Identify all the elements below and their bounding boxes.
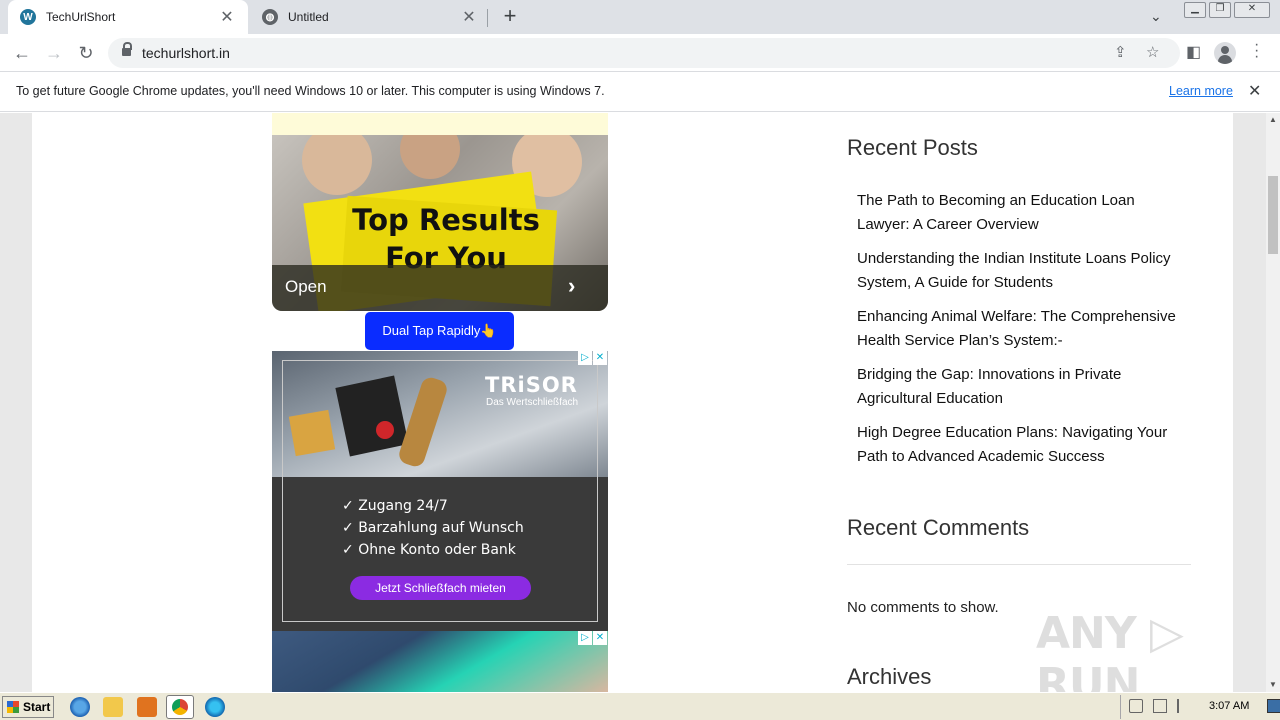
browser-toolbar: ← → ↻ techurlshort.in ⇪ ☆ ◧ · · ·	[0, 34, 1280, 72]
adchoices-icon[interactable]: ▷	[578, 351, 592, 365]
recent-post-link[interactable]: Enhancing Animal Welfare: The Comprehens…	[857, 305, 1187, 353]
close-window-button[interactable]: ✕	[1234, 2, 1270, 18]
dual-tap-button[interactable]: Dual Tap Rapidly👆	[365, 312, 514, 350]
ad-top-results[interactable]: Top Results For You Open ›	[272, 135, 608, 311]
archives-heading: Archives	[847, 664, 932, 689]
recent-posts-heading: Recent Posts	[847, 135, 978, 160]
side-panel-icon[interactable]: ◧	[1186, 42, 1201, 62]
menu-kebab-icon[interactable]: · · ·	[1254, 37, 1259, 65]
action-center-flag-icon[interactable]	[1177, 699, 1191, 713]
network-icon[interactable]	[1153, 699, 1167, 713]
page-viewport: Top Results For You Open › Dual Tap Rapi…	[0, 113, 1266, 692]
recent-comments-heading: Recent Comments	[847, 515, 1030, 540]
feature-item: ✓ Barzahlung auf Wunsch	[342, 520, 524, 536]
tab-search-chevron-icon[interactable]: ⌄	[1150, 8, 1162, 25]
ad-headline-line1: Top Results	[352, 203, 540, 237]
chrome-taskbar-button[interactable]	[166, 695, 194, 719]
scroll-up-arrow-icon[interactable]: ▲	[1269, 115, 1277, 124]
wordpress-icon: W	[20, 9, 36, 25]
forward-arrow-icon[interactable]: →	[42, 41, 66, 65]
no-comments-text: No comments to show.	[847, 599, 999, 616]
start-button[interactable]: Start	[2, 696, 54, 718]
scroll-thumb[interactable]	[1268, 176, 1278, 254]
tab-untitled[interactable]: ◍ Untitled ✕	[252, 0, 488, 34]
volume-icon[interactable]	[1129, 699, 1143, 713]
start-label: Start	[23, 700, 51, 714]
check-icon: ✓	[342, 520, 359, 536]
ad-top-strip	[272, 113, 608, 135]
feature-text: Barzahlung auf Wunsch	[358, 520, 524, 536]
recent-post-link[interactable]: Bridging the Gap: Innovations in Private…	[857, 363, 1187, 411]
tab-techurlshort[interactable]: W TechUrlShort ✕	[8, 0, 248, 34]
tab-title: Untitled	[288, 10, 329, 24]
tab-title: TechUrlShort	[46, 10, 116, 24]
tab-separator	[487, 9, 488, 27]
feature-item: ✓ Zugang 24/7	[342, 498, 448, 514]
ad-open-bar[interactable]: Open ›	[272, 265, 608, 311]
ad-photo-person	[400, 135, 460, 179]
back-arrow-icon[interactable]: ←	[10, 41, 34, 65]
url-text[interactable]: techurlshort.in	[142, 45, 230, 61]
profile-avatar-icon[interactable]	[1214, 42, 1236, 64]
check-icon: ✓	[342, 542, 359, 558]
globe-icon: ◍	[262, 9, 278, 25]
ad-close-icon[interactable]: ✕	[593, 631, 607, 645]
infobar-message: To get future Google Chrome updates, you…	[16, 84, 605, 98]
close-tab-icon[interactable]: ✕	[218, 7, 236, 27]
file-explorer-icon[interactable]	[103, 697, 123, 717]
restore-button[interactable]: ❐	[1209, 2, 1231, 18]
ad-bottom[interactable]: ▷ ✕	[272, 631, 608, 692]
system-tray	[1120, 695, 1280, 719]
feature-text: Ohne Konto oder Bank	[358, 542, 516, 558]
bookmark-star-icon[interactable]: ☆	[1146, 43, 1159, 61]
chrome-icon	[172, 699, 188, 715]
close-infobar-icon[interactable]: ✕	[1248, 81, 1261, 101]
ad-open-label[interactable]: Open	[285, 277, 327, 297]
page-content: Top Results For You Open › Dual Tap Rapi…	[32, 113, 1233, 692]
address-bar[interactable]: techurlshort.in ⇪ ☆	[108, 38, 1180, 68]
internet-explorer-icon[interactable]	[70, 697, 90, 717]
recent-post-link[interactable]: Understanding the Indian Institute Loans…	[857, 247, 1187, 295]
ad-trisor[interactable]: TRiSOR Das Wertschließfach ✓ Zugang 24/7…	[272, 351, 608, 631]
trisor-tagline: Das Wertschließfach	[486, 397, 579, 408]
tab-strip: W TechUrlShort ✕ ◍ Untitled ✕ + ⌄ ▁ ❐ ✕	[0, 0, 1280, 34]
minimize-button[interactable]: ▁	[1184, 2, 1206, 18]
trisor-cta-button[interactable]: Jetzt Schließfach mieten	[350, 576, 531, 600]
ad-photo-person	[302, 135, 372, 195]
scroll-down-arrow-icon[interactable]: ▼	[1269, 680, 1277, 689]
edge-icon[interactable]	[205, 697, 225, 717]
learn-more-link[interactable]: Learn more	[1169, 84, 1233, 98]
ad-close-icon[interactable]: ✕	[593, 351, 607, 365]
media-player-icon[interactable]	[137, 697, 157, 717]
reload-icon[interactable]: ↻	[74, 41, 98, 65]
show-desktop-icon[interactable]	[1267, 699, 1280, 713]
recent-post-link[interactable]: The Path to Becoming an Education Loan L…	[857, 189, 1187, 237]
trisor-logo: TRiSOR	[485, 373, 578, 397]
update-infobar: To get future Google Chrome updates, you…	[0, 72, 1280, 112]
windows-flag-icon	[7, 701, 19, 713]
anyrun-watermark: ANY ▷ RUN	[1036, 608, 1184, 692]
close-tab-icon[interactable]: ✕	[460, 7, 478, 27]
new-tab-button[interactable]: +	[498, 5, 522, 29]
share-icon[interactable]: ⇪	[1114, 43, 1127, 61]
recent-post-link[interactable]: High Degree Education Plans: Navigating …	[857, 421, 1187, 469]
vertical-scrollbar[interactable]: ▲ ▼	[1266, 113, 1280, 692]
feature-text: Zugang 24/7	[358, 498, 448, 514]
windows-taskbar: Start 3:07 AM	[0, 692, 1280, 720]
chevron-right-icon[interactable]: ›	[568, 273, 575, 299]
lock-icon[interactable]	[122, 42, 132, 57]
check-icon: ✓	[342, 498, 359, 514]
taskbar-clock[interactable]: 3:07 AM	[1209, 700, 1249, 712]
feature-item: ✓ Ohne Konto oder Bank	[342, 542, 516, 558]
adchoices-icon[interactable]: ▷	[578, 631, 592, 645]
section-divider	[847, 564, 1191, 565]
